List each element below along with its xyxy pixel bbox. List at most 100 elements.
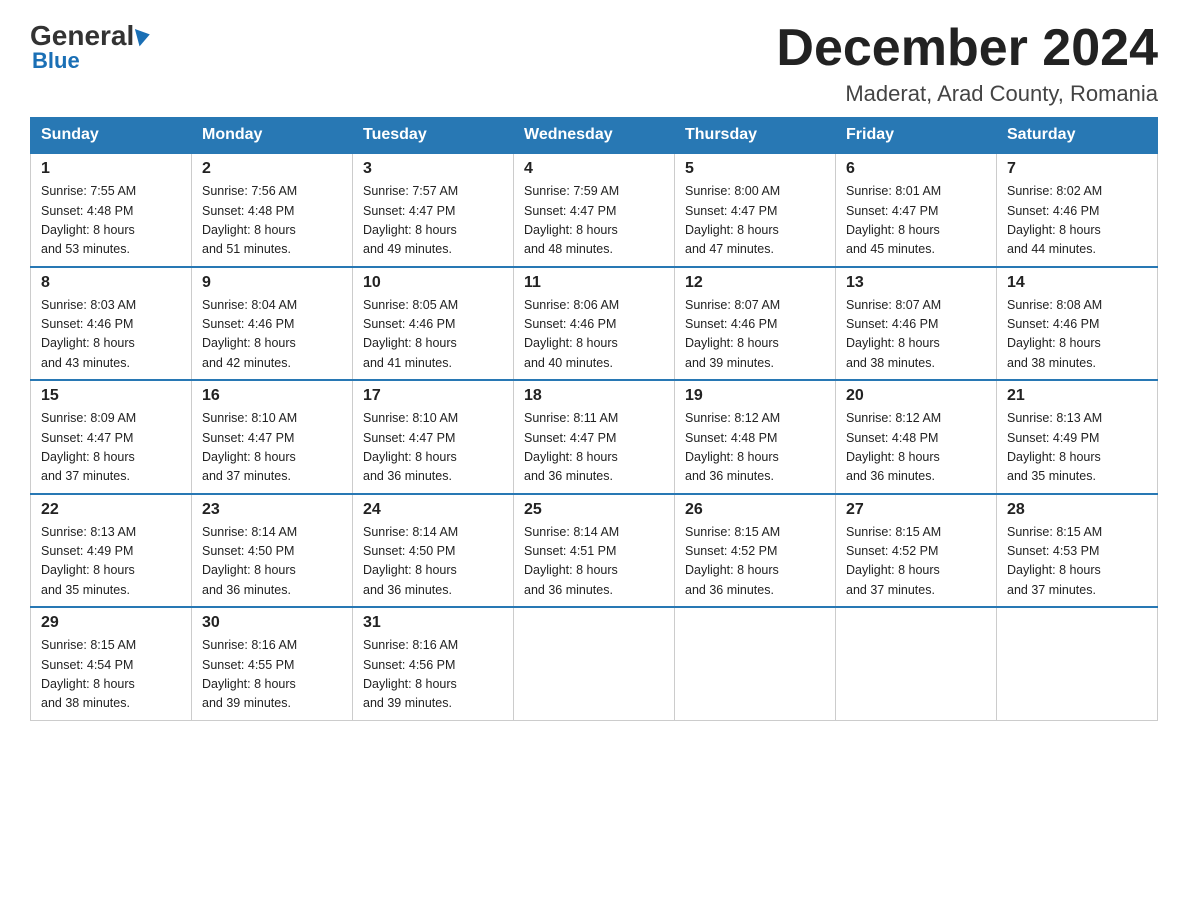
- calendar-day-cell: 14 Sunrise: 8:08 AMSunset: 4:46 PMDayligh…: [997, 267, 1158, 381]
- calendar-day-cell: 26 Sunrise: 8:15 AMSunset: 4:52 PMDayligh…: [675, 494, 836, 608]
- day-info: Sunrise: 8:07 AMSunset: 4:46 PMDaylight:…: [685, 296, 825, 374]
- calendar-day-cell: 17Sunrise: 8:10 AMSunset: 4:47 PMDayligh…: [353, 380, 514, 494]
- calendar-day-cell: 25 Sunrise: 8:14 AMSunset: 4:51 PMDayligh…: [514, 494, 675, 608]
- calendar-day-cell: 12 Sunrise: 8:07 AMSunset: 4:46 PMDayligh…: [675, 267, 836, 381]
- day-info: Sunrise: 8:15 AMSunset: 4:54 PMDaylight:…: [41, 636, 181, 714]
- logo-blue-text: Blue: [30, 48, 80, 74]
- day-info: Sunrise: 8:07 AMSunset: 4:46 PMDaylight:…: [846, 296, 986, 374]
- calendar-day-cell: 19 Sunrise: 8:12 AMSunset: 4:48 PMDayligh…: [675, 380, 836, 494]
- calendar-day-cell: 8 Sunrise: 8:03 AMSunset: 4:46 PMDaylight…: [31, 267, 192, 381]
- day-number: 26: [685, 501, 825, 519]
- calendar-title: December 2024: [776, 20, 1158, 77]
- day-number: 12: [685, 274, 825, 292]
- calendar-week-row: 8 Sunrise: 8:03 AMSunset: 4:46 PMDaylight…: [31, 267, 1158, 381]
- calendar-day-cell: 21Sunrise: 8:13 AMSunset: 4:49 PMDayligh…: [997, 380, 1158, 494]
- calendar-week-row: 22 Sunrise: 8:13 AMSunset: 4:49 PMDayligh…: [31, 494, 1158, 608]
- day-number: 22: [41, 501, 181, 519]
- day-number: 30: [202, 614, 342, 632]
- header-saturday: Saturday: [997, 118, 1158, 154]
- day-info: Sunrise: 8:06 AMSunset: 4:46 PMDaylight:…: [524, 296, 664, 374]
- header-friday: Friday: [836, 118, 997, 154]
- day-number: 7: [1007, 160, 1147, 178]
- calendar-day-cell: 20 Sunrise: 8:12 AMSunset: 4:48 PMDayligh…: [836, 380, 997, 494]
- day-info: Sunrise: 8:00 AMSunset: 4:47 PMDaylight:…: [685, 182, 825, 260]
- calendar-subtitle: Maderat, Arad County, Romania: [776, 81, 1158, 107]
- calendar-week-row: 1 Sunrise: 7:55 AMSunset: 4:48 PMDaylight…: [31, 153, 1158, 267]
- day-number: 27: [846, 501, 986, 519]
- calendar-day-cell: 23 Sunrise: 8:14 AMSunset: 4:50 PMDayligh…: [192, 494, 353, 608]
- day-info: Sunrise: 8:16 AMSunset: 4:56 PMDaylight:…: [363, 636, 503, 714]
- day-number: 18: [524, 387, 664, 405]
- day-number: 9: [202, 274, 342, 292]
- day-number: 19: [685, 387, 825, 405]
- calendar-day-cell: 27 Sunrise: 8:15 AMSunset: 4:52 PMDayligh…: [836, 494, 997, 608]
- day-info: Sunrise: 8:15 AMSunset: 4:53 PMDaylight:…: [1007, 523, 1147, 601]
- day-number: 25: [524, 501, 664, 519]
- calendar-day-cell: [836, 607, 997, 720]
- calendar-day-cell: 24Sunrise: 8:14 AMSunset: 4:50 PMDayligh…: [353, 494, 514, 608]
- day-info: Sunrise: 8:14 AMSunset: 4:51 PMDaylight:…: [524, 523, 664, 601]
- day-info: Sunrise: 8:01 AMSunset: 4:47 PMDaylight:…: [846, 182, 986, 260]
- day-number: 10: [363, 274, 503, 292]
- day-number: 11: [524, 274, 664, 292]
- day-info: Sunrise: 8:14 AMSunset: 4:50 PMDaylight:…: [202, 523, 342, 601]
- day-info: Sunrise: 8:15 AMSunset: 4:52 PMDaylight:…: [685, 523, 825, 601]
- page-header: General Blue December 2024 Maderat, Arad…: [30, 20, 1158, 107]
- day-info: Sunrise: 8:02 AMSunset: 4:46 PMDaylight:…: [1007, 182, 1147, 260]
- day-info: Sunrise: 8:11 AMSunset: 4:47 PMDaylight:…: [524, 409, 664, 487]
- calendar-day-cell: 28 Sunrise: 8:15 AMSunset: 4:53 PMDayligh…: [997, 494, 1158, 608]
- day-info: Sunrise: 8:12 AMSunset: 4:48 PMDaylight:…: [685, 409, 825, 487]
- title-section: December 2024 Maderat, Arad County, Roma…: [776, 20, 1158, 107]
- calendar-day-cell: 13 Sunrise: 8:07 AMSunset: 4:46 PMDayligh…: [836, 267, 997, 381]
- day-number: 8: [41, 274, 181, 292]
- day-info: Sunrise: 8:08 AMSunset: 4:46 PMDaylight:…: [1007, 296, 1147, 374]
- day-info: Sunrise: 8:12 AMSunset: 4:48 PMDaylight:…: [846, 409, 986, 487]
- day-number: 1: [41, 160, 181, 178]
- calendar-day-cell: 18 Sunrise: 8:11 AMSunset: 4:47 PMDayligh…: [514, 380, 675, 494]
- day-number: 28: [1007, 501, 1147, 519]
- day-number: 31: [363, 614, 503, 632]
- calendar-day-cell: 3Sunrise: 7:57 AMSunset: 4:47 PMDaylight…: [353, 153, 514, 267]
- calendar-day-cell: 7 Sunrise: 8:02 AMSunset: 4:46 PMDaylight…: [997, 153, 1158, 267]
- day-number: 20: [846, 387, 986, 405]
- logo-arrow-icon: [135, 26, 152, 47]
- day-info: Sunrise: 8:14 AMSunset: 4:50 PMDaylight:…: [363, 523, 503, 601]
- weekday-header-row: Sunday Monday Tuesday Wednesday Thursday…: [31, 118, 1158, 154]
- day-number: 3: [363, 160, 503, 178]
- day-number: 29: [41, 614, 181, 632]
- calendar-day-cell: 2Sunrise: 7:56 AMSunset: 4:48 PMDaylight…: [192, 153, 353, 267]
- day-number: 16: [202, 387, 342, 405]
- day-number: 4: [524, 160, 664, 178]
- calendar-day-cell: 6 Sunrise: 8:01 AMSunset: 4:47 PMDaylight…: [836, 153, 997, 267]
- calendar-day-cell: 9Sunrise: 8:04 AMSunset: 4:46 PMDaylight…: [192, 267, 353, 381]
- calendar-day-cell: 30Sunrise: 8:16 AMSunset: 4:55 PMDayligh…: [192, 607, 353, 720]
- calendar-day-cell: 31 Sunrise: 8:16 AMSunset: 4:56 PMDayligh…: [353, 607, 514, 720]
- day-number: 5: [685, 160, 825, 178]
- calendar-day-cell: [675, 607, 836, 720]
- day-info: Sunrise: 8:05 AMSunset: 4:46 PMDaylight:…: [363, 296, 503, 374]
- header-thursday: Thursday: [675, 118, 836, 154]
- calendar-day-cell: 1 Sunrise: 7:55 AMSunset: 4:48 PMDaylight…: [31, 153, 192, 267]
- day-number: 2: [202, 160, 342, 178]
- day-info: Sunrise: 8:13 AMSunset: 4:49 PMDaylight:…: [41, 523, 181, 601]
- day-info: Sunrise: 8:09 AMSunset: 4:47 PMDaylight:…: [41, 409, 181, 487]
- day-number: 13: [846, 274, 986, 292]
- day-info: Sunrise: 7:55 AMSunset: 4:48 PMDaylight:…: [41, 182, 181, 260]
- header-wednesday: Wednesday: [514, 118, 675, 154]
- day-info: Sunrise: 7:59 AMSunset: 4:47 PMDaylight:…: [524, 182, 664, 260]
- day-info: Sunrise: 8:15 AMSunset: 4:52 PMDaylight:…: [846, 523, 986, 601]
- day-number: 6: [846, 160, 986, 178]
- day-info: Sunrise: 8:03 AMSunset: 4:46 PMDaylight:…: [41, 296, 181, 374]
- day-info: Sunrise: 8:10 AMSunset: 4:47 PMDaylight:…: [363, 409, 503, 487]
- calendar-table: Sunday Monday Tuesday Wednesday Thursday…: [30, 117, 1158, 721]
- logo: General Blue: [30, 20, 150, 74]
- calendar-day-cell: 15Sunrise: 8:09 AMSunset: 4:47 PMDayligh…: [31, 380, 192, 494]
- calendar-day-cell: 5 Sunrise: 8:00 AMSunset: 4:47 PMDaylight…: [675, 153, 836, 267]
- day-number: 14: [1007, 274, 1147, 292]
- calendar-week-row: 15Sunrise: 8:09 AMSunset: 4:47 PMDayligh…: [31, 380, 1158, 494]
- day-number: 21: [1007, 387, 1147, 405]
- calendar-day-cell: 22 Sunrise: 8:13 AMSunset: 4:49 PMDayligh…: [31, 494, 192, 608]
- header-tuesday: Tuesday: [353, 118, 514, 154]
- header-monday: Monday: [192, 118, 353, 154]
- day-number: 23: [202, 501, 342, 519]
